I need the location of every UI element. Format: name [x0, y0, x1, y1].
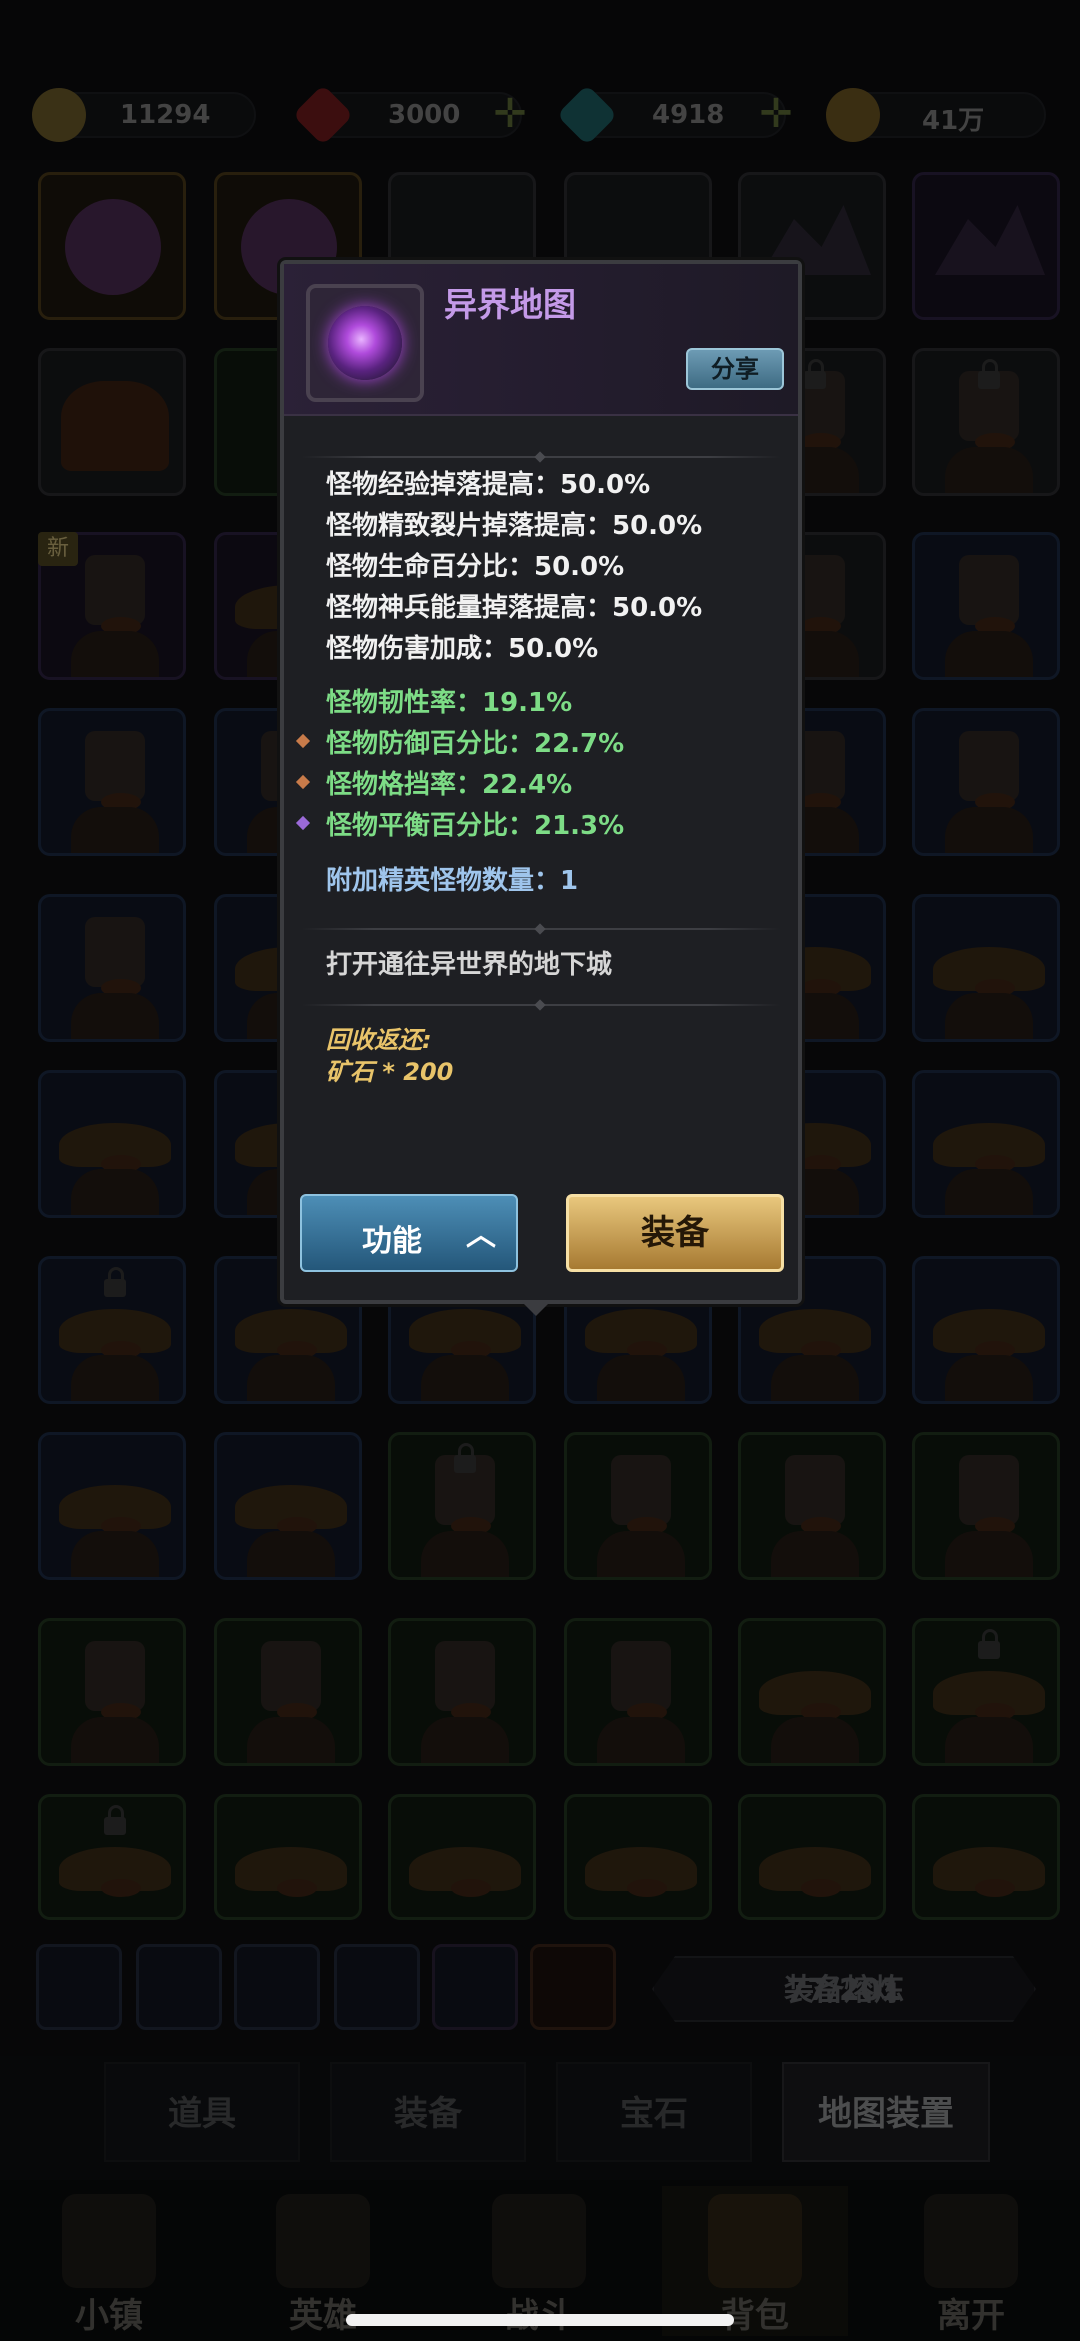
stat-line: 怪物神兵能量掉落提高：50.0% — [326, 593, 703, 623]
stat-line: 怪物生命百分比：50.0% — [326, 552, 625, 582]
function-label: 功能 — [362, 1224, 422, 1259]
item-icon-frame — [306, 284, 424, 402]
affix-bullet-icon — [295, 815, 311, 831]
stat-line: 怪物伤害加成：50.0% — [326, 634, 599, 664]
divider — [302, 999, 780, 1011]
affix-line: 怪物格挡率：22.4% — [326, 770, 573, 800]
chevron-up-icon: ︿ — [466, 1218, 496, 1253]
item-header: 异界地图 分享 — [284, 264, 798, 416]
divider — [302, 451, 780, 463]
item-detail-dialog: 异界地图 分享 怪物经验掉落提高：50.0% 怪物精致裂片掉落提高：50.0% … — [280, 260, 802, 1316]
affix-line: 怪物韧性率：19.1% — [326, 688, 573, 718]
home-indicator[interactable] — [346, 2314, 734, 2326]
function-button[interactable]: 功能 ︿ — [300, 1194, 518, 1272]
item-name: 异界地图 — [444, 285, 576, 324]
void-map-icon — [328, 306, 402, 380]
recycle-reward: 矿石 * 200 — [326, 1058, 454, 1086]
recycle-title: 回收返还: — [326, 1026, 432, 1054]
share-button[interactable]: 分享 — [686, 348, 784, 390]
elite-count-line: 附加精英怪物数量：1 — [326, 866, 579, 896]
affix-bullet-icon — [295, 733, 311, 749]
pointer-arrow — [522, 1302, 550, 1316]
equip-button[interactable]: 装备 — [566, 1194, 784, 1272]
affix-line: 怪物平衡百分比：21.3% — [326, 811, 625, 841]
stat-line: 怪物精致裂片掉落提高：50.0% — [326, 511, 703, 541]
affix-bullet-icon — [295, 774, 311, 790]
item-description: 打开通往异世界的地下城 — [326, 950, 613, 980]
affix-line: 怪物防御百分比：22.7% — [326, 729, 625, 759]
divider — [302, 923, 780, 935]
stat-line: 怪物经验掉落提高：50.0% — [326, 470, 651, 500]
